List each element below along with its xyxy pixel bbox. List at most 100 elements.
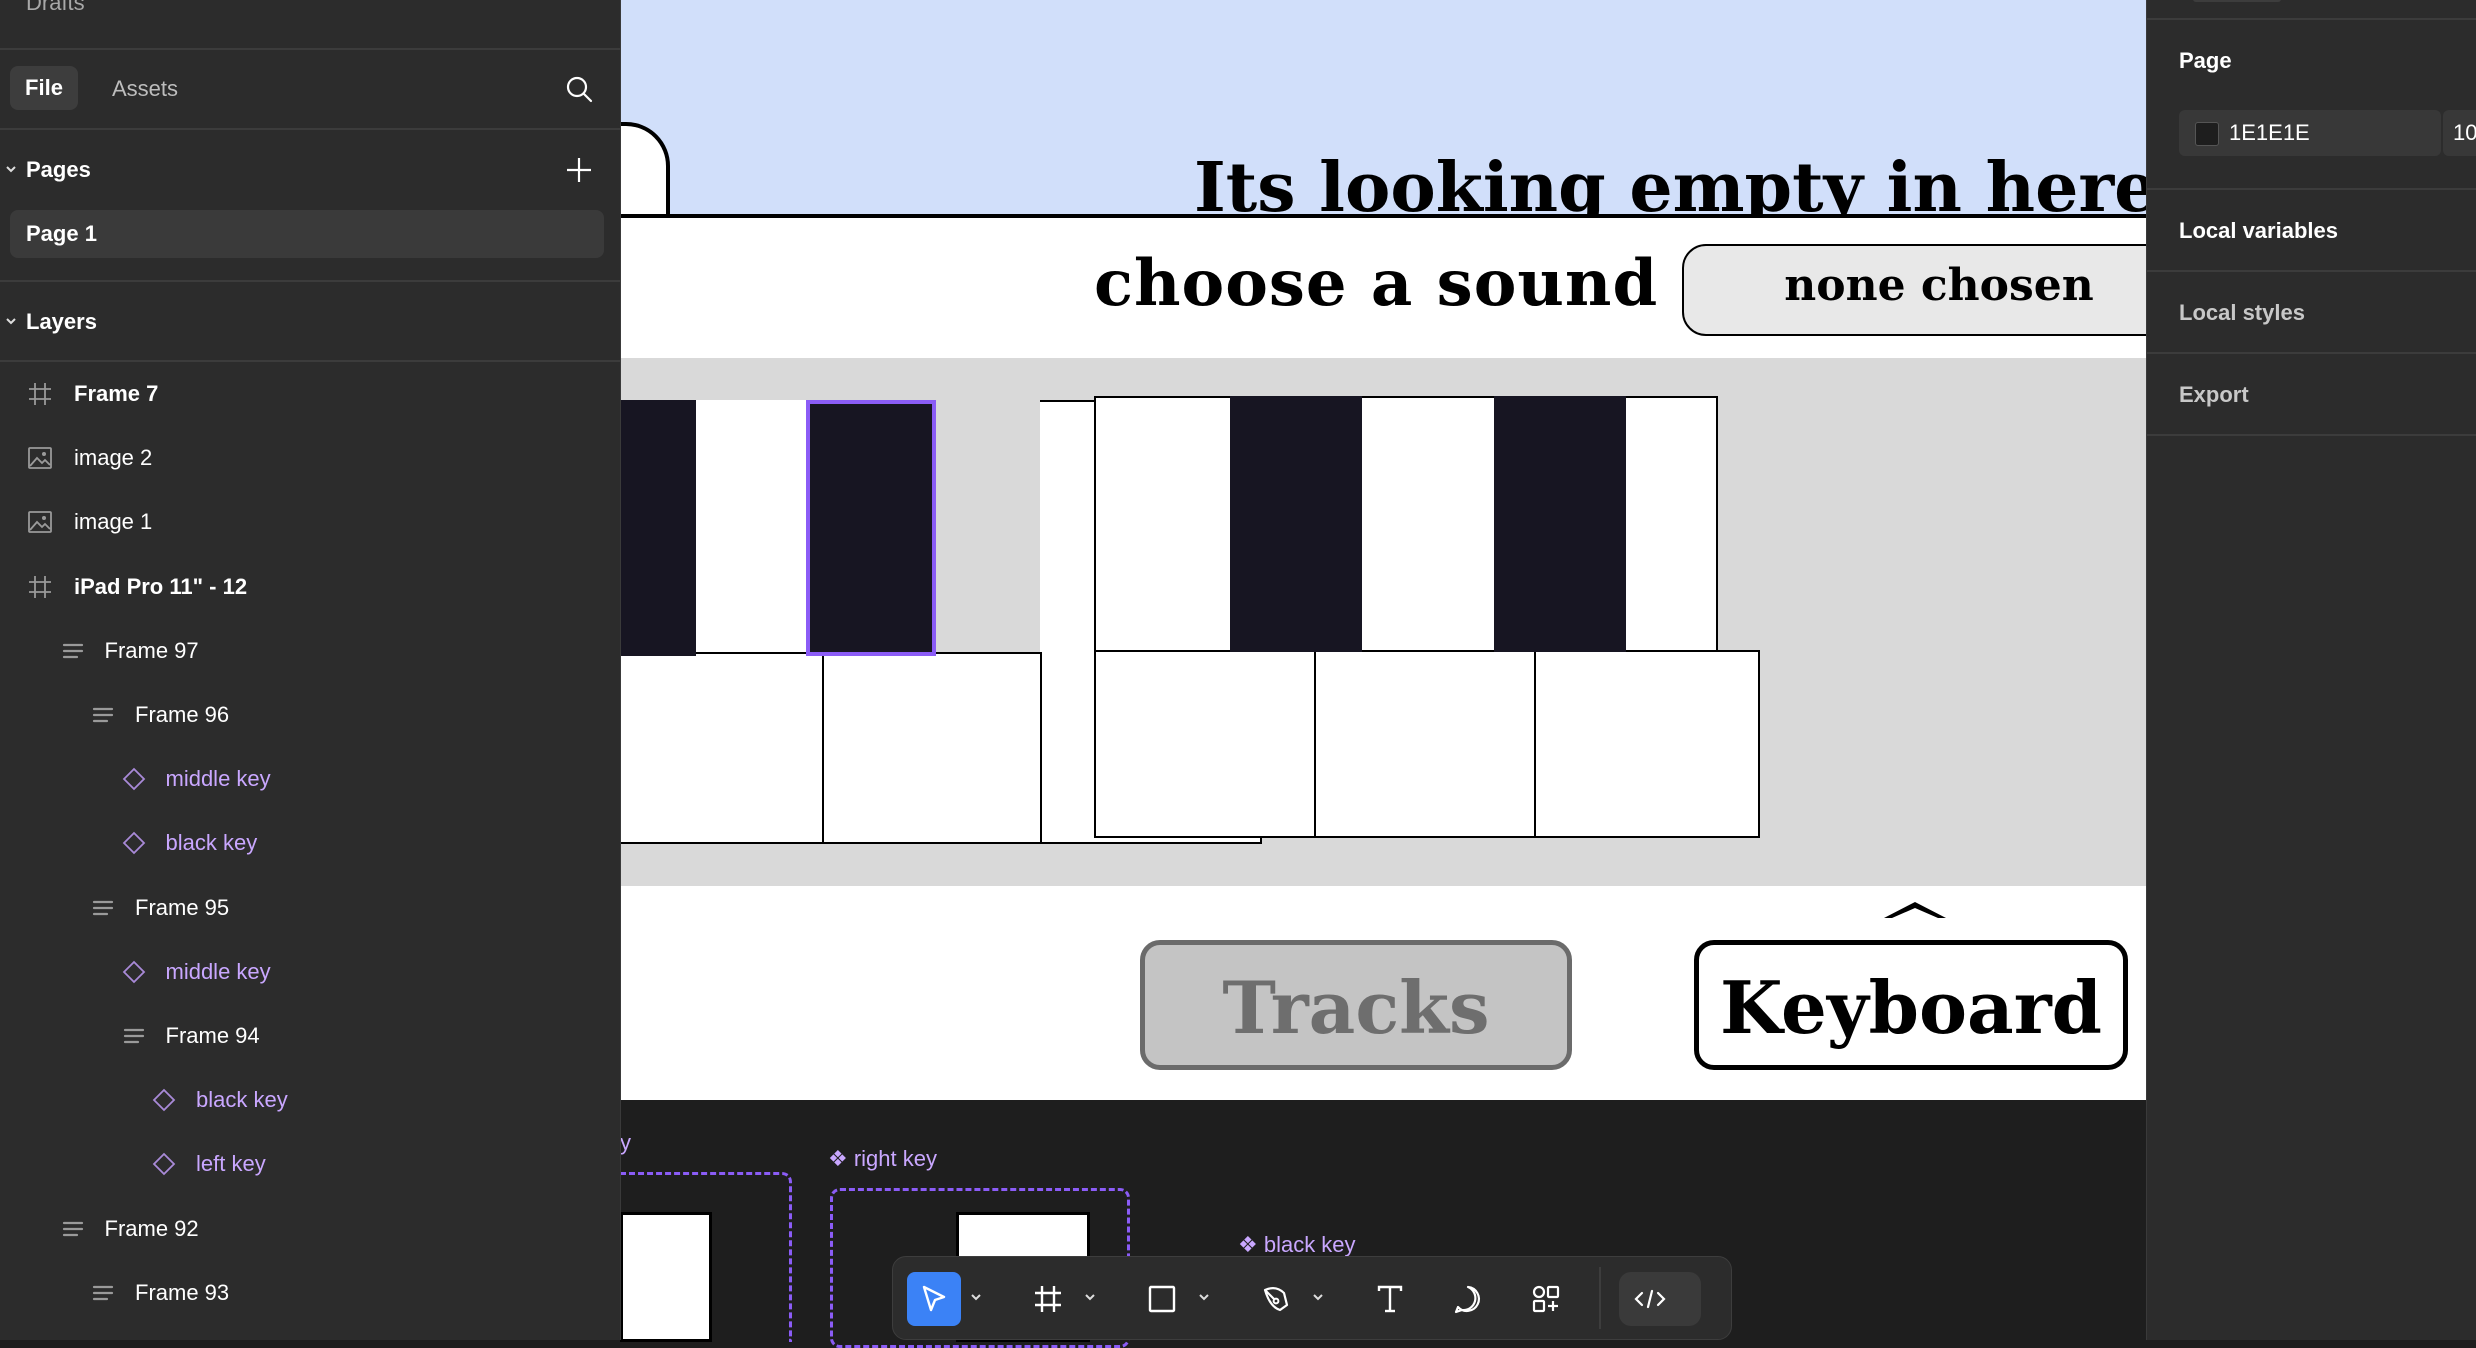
local-styles[interactable]: Local styles	[2179, 300, 2305, 326]
layer-row[interactable]: left key	[0, 1132, 620, 1196]
layer-row[interactable]: Frame 92	[0, 1197, 620, 1261]
pen-tool[interactable]	[1249, 1272, 1303, 1326]
layer-label: Frame 97	[104, 637, 199, 663]
ipad-frame[interactable]: Its looking empty in here... choose a so…	[620, 0, 2146, 1100]
right-key-label[interactable]: ❖ right key	[828, 1146, 937, 1172]
page-item[interactable]: Page 1	[10, 210, 604, 258]
white-key[interactable]	[620, 652, 824, 844]
layer-row[interactable]: Frame 97	[0, 619, 620, 683]
tab-file[interactable]: File	[10, 66, 78, 110]
rectangle-tool[interactable]	[1135, 1272, 1189, 1326]
auto-layout-icon	[89, 701, 117, 729]
layer-row[interactable]: Frame 95	[0, 876, 620, 940]
component-label[interactable]: y	[620, 1130, 631, 1156]
drafts-breadcrumb[interactable]: Drafts	[26, 0, 85, 16]
component-instance-icon	[120, 829, 148, 857]
local-variables[interactable]: Local variables	[2179, 218, 2338, 244]
sound-select[interactable]: none chosen	[1682, 244, 2146, 336]
layer-label: Frame 95	[135, 894, 230, 920]
layer-label: iPad Pro 11" - 12	[74, 573, 248, 599]
comment-tool[interactable]	[1441, 1272, 1495, 1326]
image-icon	[26, 508, 54, 536]
frame-icon	[26, 380, 54, 408]
keyboard-button[interactable]: Keyboard	[1694, 940, 2128, 1070]
frame-icon	[26, 573, 54, 601]
tab-assets[interactable]: Assets	[112, 76, 178, 102]
search-icon[interactable]	[564, 74, 594, 104]
cursor-icon	[922, 1285, 946, 1312]
layer-label: black key	[165, 830, 258, 856]
page-opacity-value[interactable]: 10	[2453, 120, 2476, 146]
component-instance-icon	[150, 1150, 178, 1178]
layer-row[interactable]: Frame 94	[0, 1004, 620, 1068]
layers-panel: Drafts File Assets Pages Page 1 Layers F…	[0, 0, 621, 1340]
chevron-down-icon[interactable]	[1083, 1290, 1097, 1304]
page-color-field[interactable]: 1E1E1E	[2179, 110, 2441, 156]
choose-sound-label: choose a sound	[1094, 246, 1659, 321]
component-instance-icon	[120, 958, 148, 986]
component-instance-icon	[150, 1086, 178, 1114]
chevron-down-icon[interactable]	[969, 1290, 983, 1304]
black-key[interactable]	[620, 400, 696, 656]
layer-row[interactable]: image 1	[0, 490, 620, 554]
text-tool[interactable]	[1363, 1272, 1417, 1326]
dev-mode-toggle[interactable]	[1619, 1272, 1701, 1326]
black-key-label[interactable]: ❖ black key	[1238, 1232, 1356, 1258]
frame-icon	[1035, 1286, 1061, 1312]
code-icon	[1634, 1289, 1666, 1309]
toolbar-divider	[1599, 1267, 1601, 1329]
white-key[interactable]	[822, 652, 1042, 844]
auto-layout-icon	[89, 894, 117, 922]
key-gap	[1718, 652, 1758, 656]
chevron-down-icon[interactable]	[4, 314, 18, 331]
chevron-up-icon[interactable]	[1880, 898, 1950, 922]
black-key[interactable]	[1494, 396, 1626, 652]
layers-title[interactable]: Layers	[26, 309, 97, 335]
move-tool[interactable]	[907, 1272, 961, 1326]
black-key-selected[interactable]	[806, 400, 936, 656]
layer-label: middle key	[165, 958, 271, 984]
comment-icon	[1454, 1285, 1480, 1314]
auto-layout-icon	[89, 1279, 117, 1307]
scroll-remnant	[2193, 0, 2281, 2]
page-color-value[interactable]: 1E1E1E	[2229, 120, 2310, 146]
actions-tool[interactable]	[1519, 1272, 1573, 1326]
layer-row[interactable]: Frame 93	[0, 1261, 620, 1325]
tracks-label: Tracks	[1222, 965, 1490, 1050]
chevron-down-icon[interactable]	[1311, 1290, 1325, 1304]
black-key[interactable]	[1230, 396, 1362, 652]
divider	[0, 280, 620, 282]
chevron-down-icon[interactable]	[4, 162, 18, 179]
white-key[interactable]	[1534, 650, 1760, 838]
layer-row[interactable]: middle key	[0, 747, 620, 811]
divider	[0, 48, 620, 50]
layer-label: image 2	[74, 445, 153, 471]
color-swatch[interactable]	[2195, 122, 2219, 146]
layer-row[interactable]: image 2	[0, 426, 620, 490]
tracks-button[interactable]: Tracks	[1140, 940, 1572, 1070]
white-key[interactable]	[1094, 650, 1316, 838]
divider	[2147, 18, 2476, 20]
layer-row[interactable]: black key	[0, 811, 620, 875]
export[interactable]: Export	[2179, 382, 2249, 408]
pages-title[interactable]: Pages	[26, 157, 91, 183]
divider	[2147, 434, 2476, 436]
frame-tool[interactable]	[1021, 1272, 1075, 1326]
layer-row[interactable]: Frame 7	[0, 362, 620, 426]
layer-row[interactable]: black key	[0, 1068, 620, 1132]
page-opacity-field[interactable]: 10	[2443, 110, 2476, 156]
layer-label: Frame 7	[74, 381, 159, 406]
layer-row[interactable]: middle key	[0, 940, 620, 1004]
add-page-icon[interactable]	[564, 155, 594, 185]
white-key[interactable]	[1314, 650, 1536, 838]
layer-row[interactable]: iPad Pro 11" - 12	[0, 555, 620, 619]
chevron-down-icon[interactable]	[1197, 1290, 1211, 1304]
layer-label: Frame 93	[135, 1279, 230, 1305]
properties-panel: Page 1E1E1E 10 Local variables Local sty…	[2146, 0, 2476, 1340]
divider	[2147, 270, 2476, 272]
layer-label: Frame 96	[135, 702, 230, 727]
layer-row[interactable]: Frame 96	[0, 683, 620, 747]
auto-layout-icon	[59, 1215, 87, 1243]
component-preview	[620, 1212, 712, 1342]
layer-label: black key	[196, 1087, 288, 1113]
